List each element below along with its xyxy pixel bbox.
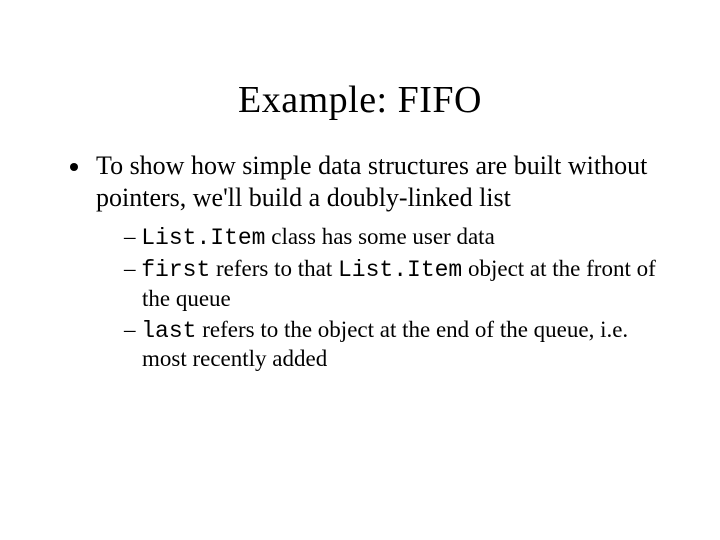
code-span: last	[141, 318, 196, 344]
text-span: refers to the object at the end of the q…	[142, 317, 628, 372]
sub-item: List.Item class has some user data	[124, 223, 660, 253]
sub-item: first refers to that List.Item object at…	[124, 255, 660, 314]
sub-item: last refers to the object at the end of …	[124, 316, 660, 375]
code-span: List.Item	[338, 257, 462, 283]
text-span: refers to that	[210, 256, 338, 281]
code-span: List.Item	[141, 225, 265, 251]
slide-body: To show how simple data structures are b…	[0, 150, 720, 374]
bullet-item: To show how simple data structures are b…	[92, 150, 660, 374]
code-span: first	[141, 257, 210, 283]
text-span: class has some user data	[265, 224, 494, 249]
bullet-list: To show how simple data structures are b…	[60, 150, 660, 374]
slide: Example: FIFO To show how simple data st…	[0, 0, 720, 540]
slide-title: Example: FIFO	[0, 0, 720, 150]
bullet-text: To show how simple data structures are b…	[96, 151, 647, 212]
sub-list: List.Item class has some user data first…	[96, 223, 660, 374]
